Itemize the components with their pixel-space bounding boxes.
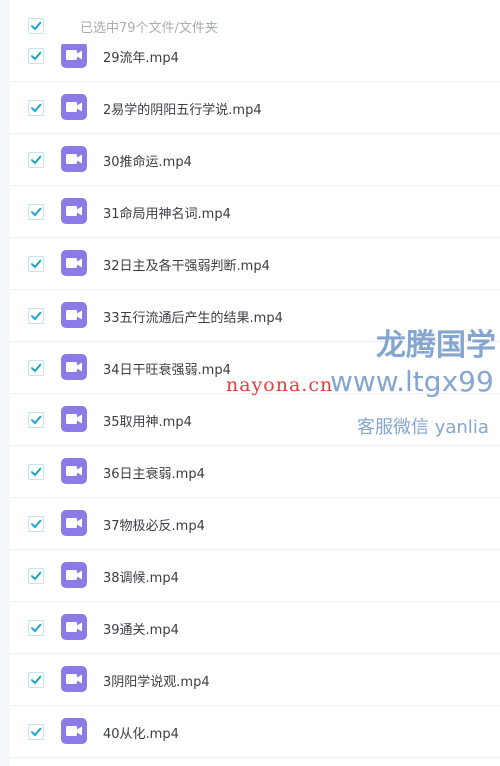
check-icon bbox=[31, 623, 42, 632]
file-name[interactable]: 37物极必反.mp4 bbox=[103, 515, 205, 534]
file-name[interactable]: 34日干旺衰强弱.mp4 bbox=[103, 359, 231, 378]
file-name[interactable]: 30推命运.mp4 bbox=[103, 151, 192, 170]
check-icon bbox=[31, 21, 42, 30]
video-file-icon bbox=[61, 302, 87, 328]
file-row[interactable]: 30推命运.mp4 bbox=[10, 134, 500, 186]
file-checkbox[interactable] bbox=[28, 360, 44, 376]
file-name[interactable]: 39通关.mp4 bbox=[103, 619, 179, 638]
file-checkbox[interactable] bbox=[28, 100, 44, 116]
file-name[interactable]: 38调候.mp4 bbox=[103, 567, 179, 586]
file-row[interactable]: 39通关.mp4 bbox=[10, 602, 500, 654]
file-name[interactable]: 32日主及各干强弱判断.mp4 bbox=[103, 255, 270, 274]
check-icon bbox=[31, 675, 42, 684]
check-icon bbox=[31, 311, 42, 320]
video-file-icon bbox=[61, 666, 87, 692]
video-file-icon bbox=[61, 198, 87, 224]
video-file-icon bbox=[61, 42, 87, 68]
select-all-checkbox[interactable] bbox=[28, 18, 44, 34]
file-checkbox[interactable] bbox=[28, 672, 44, 688]
file-row[interactable]: 2易学的阴阳五行学说.mp4 bbox=[10, 82, 500, 134]
file-row[interactable]: 38调候.mp4 bbox=[10, 550, 500, 602]
video-file-icon bbox=[61, 406, 87, 432]
file-checkbox[interactable] bbox=[28, 516, 44, 532]
check-icon bbox=[31, 207, 42, 216]
file-row[interactable]: 32日主及各干强弱判断.mp4 bbox=[10, 238, 500, 290]
file-name[interactable]: 29流年.mp4 bbox=[103, 47, 179, 66]
file-name[interactable]: 3阴阳学说观.mp4 bbox=[103, 671, 210, 690]
video-file-icon bbox=[61, 250, 87, 276]
check-icon bbox=[31, 103, 42, 112]
video-file-icon bbox=[61, 614, 87, 640]
video-file-icon bbox=[61, 146, 87, 172]
check-icon bbox=[31, 571, 42, 580]
file-name[interactable]: 40从化.mp4 bbox=[103, 723, 179, 742]
file-name[interactable]: 35取用神.mp4 bbox=[103, 411, 192, 430]
selection-summary: 已选中79个文件/文件夹 bbox=[80, 21, 218, 36]
watermark-site: nayona.cn bbox=[226, 374, 334, 396]
watermark-brand: 龙腾国学 bbox=[376, 328, 496, 363]
file-checkbox[interactable] bbox=[28, 568, 44, 584]
file-row[interactable]: 40从化.mp4 bbox=[10, 706, 500, 758]
file-name[interactable]: 36日主衰弱.mp4 bbox=[103, 463, 205, 482]
video-file-icon bbox=[61, 94, 87, 120]
check-icon bbox=[31, 155, 42, 164]
video-file-icon bbox=[61, 562, 87, 588]
check-icon bbox=[31, 467, 42, 476]
file-checkbox[interactable] bbox=[28, 620, 44, 636]
watermark-url: www.ltgx99 bbox=[330, 365, 494, 398]
file-checkbox[interactable] bbox=[28, 204, 44, 220]
check-icon bbox=[31, 727, 42, 736]
file-name[interactable]: 2易学的阴阳五行学说.mp4 bbox=[103, 99, 262, 118]
video-file-icon bbox=[61, 510, 87, 536]
check-icon bbox=[31, 519, 42, 528]
file-checkbox[interactable] bbox=[28, 724, 44, 740]
check-icon bbox=[31, 51, 42, 60]
check-icon bbox=[31, 259, 42, 268]
file-checkbox[interactable] bbox=[28, 308, 44, 324]
file-row[interactable]: 31命局用神名词.mp4 bbox=[10, 186, 500, 238]
file-row[interactable]: 3阴阳学说观.mp4 bbox=[10, 654, 500, 706]
video-file-icon bbox=[61, 718, 87, 744]
file-checkbox[interactable] bbox=[28, 152, 44, 168]
selection-header: 已选中79个文件/文件夹 bbox=[10, 0, 500, 44]
video-file-icon bbox=[61, 354, 87, 380]
file-name[interactable]: 33五行流通后产生的结果.mp4 bbox=[103, 307, 283, 326]
video-file-icon bbox=[61, 458, 87, 484]
file-checkbox[interactable] bbox=[28, 464, 44, 480]
file-checkbox[interactable] bbox=[28, 48, 44, 64]
watermark-service: 客服微信 yanlia bbox=[357, 417, 489, 438]
file-checkbox[interactable] bbox=[28, 412, 44, 428]
check-icon bbox=[31, 363, 42, 372]
file-name[interactable]: 31命局用神名词.mp4 bbox=[103, 203, 231, 222]
file-row[interactable]: 37物极必反.mp4 bbox=[10, 498, 500, 550]
file-row[interactable]: 36日主衰弱.mp4 bbox=[10, 446, 500, 498]
check-icon bbox=[31, 415, 42, 424]
file-checkbox[interactable] bbox=[28, 256, 44, 272]
